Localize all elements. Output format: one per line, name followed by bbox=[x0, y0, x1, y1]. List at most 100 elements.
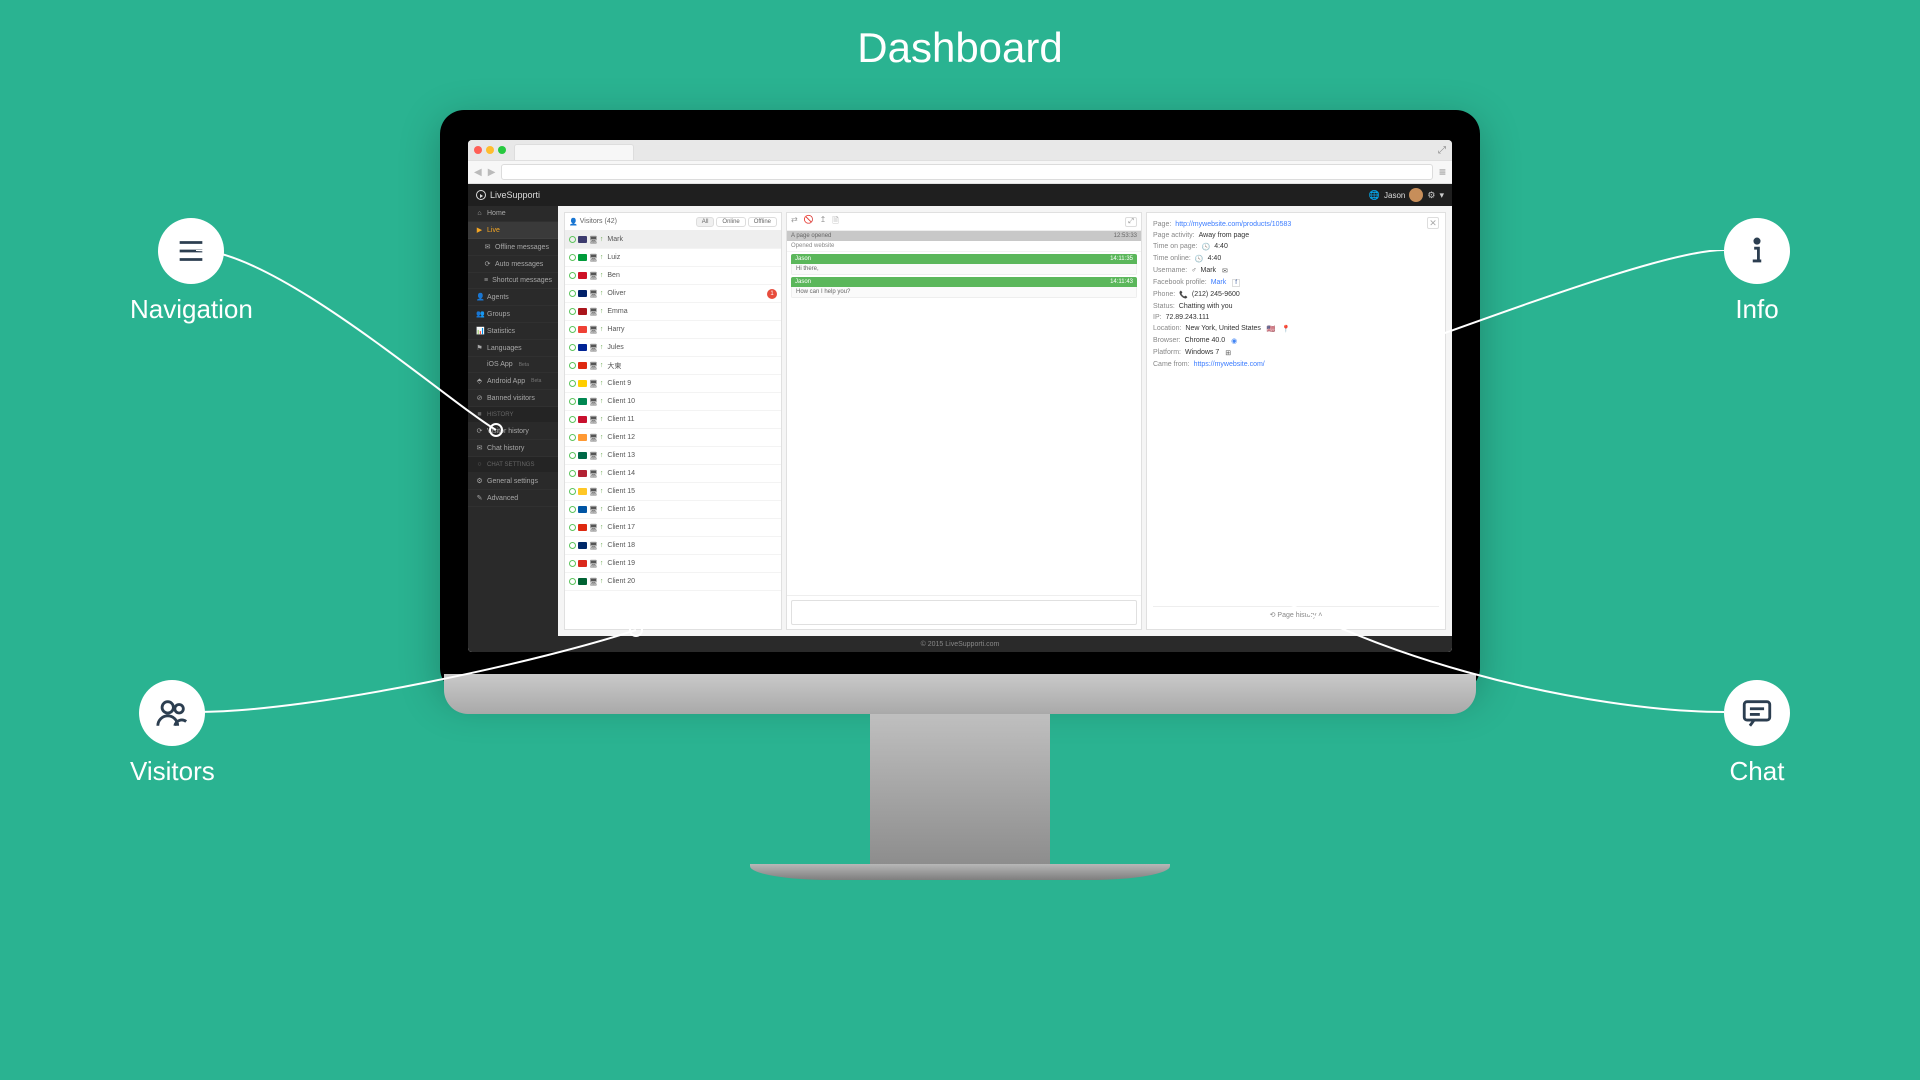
close-icon[interactable] bbox=[474, 146, 482, 154]
chat-message: Jason14:11:35Hi there, bbox=[791, 254, 1137, 275]
visitor-row[interactable]: 🖥↑Ben bbox=[565, 267, 781, 285]
device-icon: 🖥 bbox=[589, 254, 598, 262]
chat-sub-header: A page opened 12:53:33 bbox=[787, 231, 1141, 241]
chevron-down-icon[interactable]: ▾ bbox=[1439, 190, 1444, 201]
info-label: Phone: bbox=[1153, 291, 1175, 299]
visitor-row[interactable]: 🖥↑Harry bbox=[565, 321, 781, 339]
device-icon: 🖥 bbox=[589, 488, 598, 496]
info-came-from-link[interactable]: https://mywebsite.com/ bbox=[1194, 361, 1265, 368]
sidebar-label: HISTORY bbox=[487, 412, 513, 418]
status-icon bbox=[569, 398, 576, 405]
visitor-name: Client 15 bbox=[607, 488, 635, 495]
sidebar-label: Live bbox=[487, 227, 500, 234]
status-icon bbox=[569, 542, 576, 549]
transfer-icon[interactable]: ⇄ bbox=[791, 215, 798, 229]
sidebar-label: Visitor history bbox=[487, 428, 529, 435]
sidebar-item-live[interactable]: ▶Live bbox=[468, 222, 558, 239]
visitor-row[interactable]: 🖥↑Client 11 bbox=[565, 411, 781, 429]
chat-expand-icon[interactable]: ⤢ bbox=[1125, 217, 1137, 227]
flag-icon bbox=[578, 506, 587, 513]
visitor-name: Client 14 bbox=[607, 470, 635, 477]
window-controls[interactable] bbox=[474, 146, 506, 154]
visitor-row[interactable]: 🖥↑Client 15 bbox=[565, 483, 781, 501]
device-icon: 🖥 bbox=[589, 380, 598, 388]
facebook-icon[interactable]: f bbox=[1232, 279, 1240, 287]
browser-tab[interactable] bbox=[514, 144, 634, 160]
callout-info: Info bbox=[1724, 218, 1790, 325]
visitor-row[interactable]: 🖥↑大東 bbox=[565, 357, 781, 375]
chat-input[interactable] bbox=[791, 600, 1137, 625]
sidebar-section-chat-settings: ○CHAT SETTINGS bbox=[468, 457, 558, 473]
sidebar-item-languages[interactable]: ⚑Languages bbox=[468, 340, 558, 357]
address-input[interactable] bbox=[501, 164, 1433, 180]
minimize-icon[interactable] bbox=[486, 146, 494, 154]
sidebar-item-auto-messages[interactable]: ⟳Auto messages bbox=[468, 256, 558, 273]
visitor-row[interactable]: 🖥↑Client 18 bbox=[565, 537, 781, 555]
sidebar-item-shortcut-messages[interactable]: ≡Shortcut messages bbox=[468, 273, 558, 289]
visitor-row[interactable]: 🖥↑Client 14 bbox=[565, 465, 781, 483]
browser-menu-icon[interactable]: ≡ bbox=[1439, 165, 1446, 179]
app: LiveSupporti 🌐 Jason ⚙ ▾ ⌂Home ▶Live bbox=[468, 184, 1452, 652]
sidebar-item-visitor-history[interactable]: ⟳Visitor history bbox=[468, 423, 558, 440]
ban-icon[interactable]: 🚫 bbox=[804, 215, 814, 229]
visitors-tab-online[interactable]: Online bbox=[716, 217, 745, 227]
gear-icon[interactable]: ⚙ bbox=[1427, 190, 1435, 201]
sidebar-label: Languages bbox=[487, 345, 522, 352]
sidebar-item-chat-history[interactable]: ✉Chat history bbox=[468, 440, 558, 457]
visitor-row[interactable]: 🖥↑Client 16 bbox=[565, 501, 781, 519]
forward-icon[interactable]: ▶ bbox=[488, 167, 496, 178]
info-page-link[interactable]: http://mywebsite.com/products/10583 bbox=[1175, 221, 1291, 228]
sidebar-item-advanced[interactable]: ✎Advanced bbox=[468, 490, 558, 507]
beta-badge: Beta bbox=[531, 378, 541, 384]
visitor-row[interactable]: 🖥↑Jules bbox=[565, 339, 781, 357]
visitor-row[interactable]: 🖥↑Client 19 bbox=[565, 555, 781, 573]
app-header: LiveSupporti 🌐 Jason ⚙ ▾ bbox=[468, 184, 1452, 206]
visitor-row[interactable]: 🖥↑Emma bbox=[565, 303, 781, 321]
visitor-row[interactable]: 🖥↑Oliver1 bbox=[565, 285, 781, 303]
page-history-toggle[interactable]: ⟲ Page history ˄ bbox=[1153, 606, 1439, 619]
user-menu[interactable]: 🌐 Jason ⚙ ▾ bbox=[1369, 188, 1444, 202]
callout-navigation: Navigation bbox=[130, 218, 253, 325]
close-icon[interactable]: ✕ bbox=[1427, 217, 1439, 229]
info-fb-link[interactable]: Mark bbox=[1211, 279, 1227, 287]
sidebar-item-offline-messages[interactable]: ✉Offline messages bbox=[468, 239, 558, 256]
flag-icon bbox=[578, 272, 587, 279]
sidebar-item-banned[interactable]: ⊘Banned visitors bbox=[468, 390, 558, 407]
visitor-row[interactable]: 🖥↑Client 9 bbox=[565, 375, 781, 393]
visitor-row[interactable]: 🖥↑Client 13 bbox=[565, 447, 781, 465]
sidebar-item-groups[interactable]: 👥Groups bbox=[468, 306, 558, 323]
sidebar-item-android[interactable]: ⬘Android AppBeta bbox=[468, 373, 558, 390]
globe-icon[interactable]: 🌐 bbox=[1369, 190, 1380, 201]
avatar[interactable] bbox=[1409, 188, 1423, 202]
info-value: Away from page bbox=[1199, 232, 1249, 239]
map-pin-icon[interactable]: 📍 bbox=[1282, 325, 1291, 333]
sidebar-item-agents[interactable]: 👤Agents bbox=[468, 289, 558, 306]
sidebar-item-home[interactable]: ⌂Home bbox=[468, 206, 558, 222]
visitor-name: Client 20 bbox=[607, 578, 635, 585]
flag-icon bbox=[578, 560, 587, 567]
transcript-icon[interactable]: 🗎 bbox=[832, 215, 838, 229]
brand-logo[interactable]: LiveSupporti bbox=[476, 190, 540, 200]
visitor-row[interactable]: 🖥↑Client 20 bbox=[565, 573, 781, 591]
visitors-count: (42) bbox=[605, 218, 617, 225]
visitor-row[interactable]: 🖥↑Mark bbox=[565, 231, 781, 249]
maximize-icon[interactable] bbox=[498, 146, 506, 154]
flag-icon bbox=[578, 290, 587, 297]
visitor-row[interactable]: 🖥↑Luiz bbox=[565, 249, 781, 267]
visitors-tab-offline[interactable]: Offline bbox=[748, 217, 777, 227]
visitors-tab-all[interactable]: All bbox=[696, 217, 715, 227]
back-icon[interactable]: ◀ bbox=[474, 167, 482, 178]
sidebar-item-ios[interactable]: iOS AppBeta bbox=[468, 357, 558, 373]
fullscreen-icon[interactable]: ⤢ bbox=[1438, 145, 1446, 156]
sidebar-item-general-settings[interactable]: ⚙General settings bbox=[468, 473, 558, 490]
device-icon: 🖥 bbox=[589, 542, 598, 550]
status-icon bbox=[569, 524, 576, 531]
visitor-row[interactable]: 🖥↑Client 17 bbox=[565, 519, 781, 537]
visitor-row[interactable]: 🖥↑Client 12 bbox=[565, 429, 781, 447]
status-icon bbox=[569, 470, 576, 477]
status-icon bbox=[569, 506, 576, 513]
sidebar-item-statistics[interactable]: 📊Statistics bbox=[468, 323, 558, 340]
visitor-row[interactable]: 🖥↑Client 10 bbox=[565, 393, 781, 411]
export-icon[interactable]: ↥ bbox=[820, 215, 827, 229]
email-icon[interactable]: ✉ bbox=[1222, 267, 1228, 275]
